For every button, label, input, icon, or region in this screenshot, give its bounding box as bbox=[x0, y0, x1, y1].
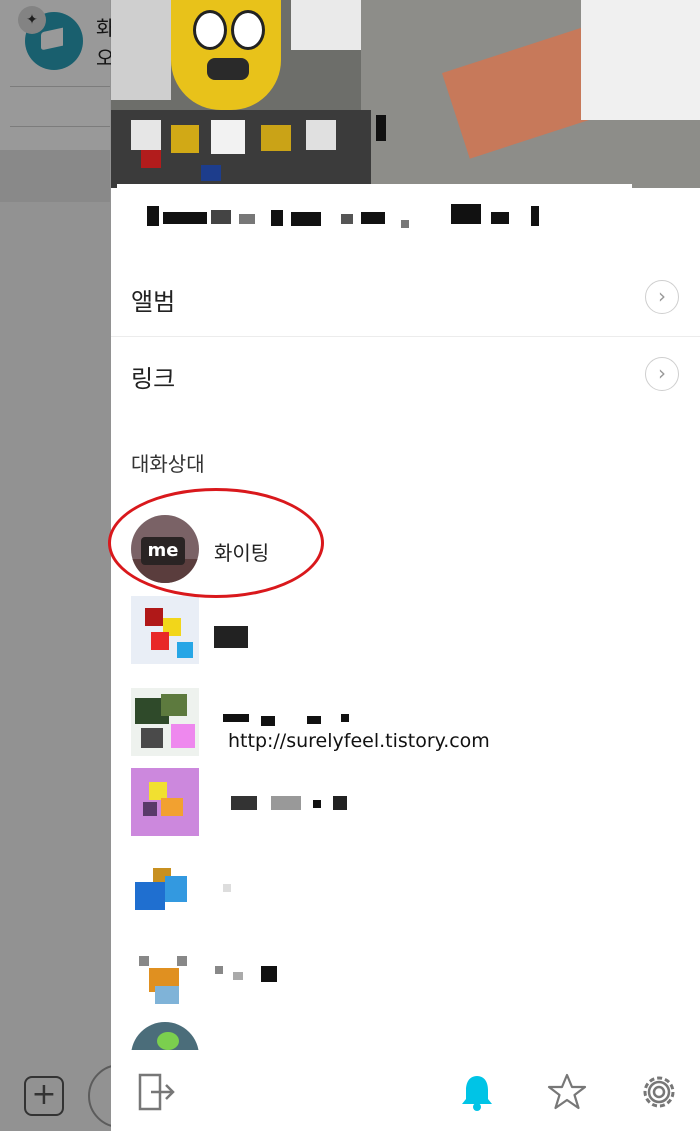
avatar bbox=[131, 952, 199, 1020]
menu-album-label: 앨범 bbox=[131, 288, 176, 316]
menu-link-label: 링크 bbox=[131, 365, 176, 393]
highlight-circle bbox=[108, 488, 324, 598]
avatar bbox=[131, 768, 199, 836]
participant-row[interactable] bbox=[111, 596, 700, 676]
menu-album[interactable]: 앨범 › bbox=[111, 260, 700, 337]
participant-row[interactable] bbox=[111, 768, 700, 848]
star-icon[interactable] bbox=[547, 1072, 587, 1112]
cover-photo bbox=[111, 0, 700, 192]
participants-section-title: 대화상대 bbox=[131, 452, 205, 476]
avatar bbox=[131, 596, 199, 664]
exit-icon[interactable] bbox=[137, 1072, 177, 1112]
participant-name bbox=[214, 626, 248, 648]
avatar bbox=[131, 688, 199, 756]
watermark-text: http://surelyfeel.tistory.com bbox=[228, 730, 490, 752]
participant-row[interactable] bbox=[111, 688, 700, 768]
chevron-right-icon: › bbox=[645, 280, 679, 314]
drawer-bottom-bar bbox=[111, 1050, 700, 1131]
avatar bbox=[131, 854, 199, 922]
menu-link[interactable]: 링크 › bbox=[111, 337, 700, 413]
bell-icon[interactable] bbox=[457, 1072, 497, 1112]
gear-icon[interactable] bbox=[639, 1072, 679, 1112]
participant-row[interactable] bbox=[111, 952, 700, 1032]
chevron-right-icon: › bbox=[645, 357, 679, 391]
participant-row[interactable] bbox=[111, 854, 700, 934]
status-message-area bbox=[111, 188, 700, 250]
